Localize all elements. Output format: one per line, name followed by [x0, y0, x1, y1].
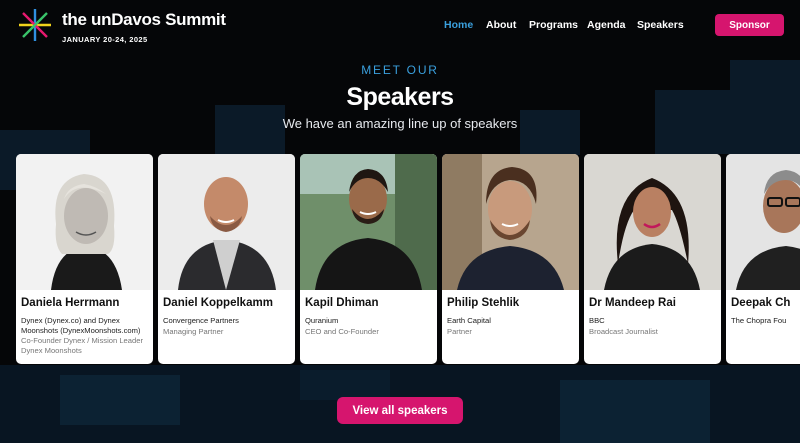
section-eyebrow: MEET OUR [361, 63, 439, 77]
speaker-role: Managing Partner [163, 327, 224, 336]
view-all-speakers-button[interactable]: View all speakers [337, 397, 463, 424]
speaker-card[interactable]: Daniel Koppelkamm Convergence Partners M… [158, 154, 295, 364]
speaker-photo [584, 154, 721, 290]
brand[interactable]: the unDavos Summit JANUARY 20-24, 2025 [62, 10, 226, 44]
speaker-organization: BBC [589, 316, 605, 325]
speaker-organization: Earth Capital [447, 316, 491, 325]
speaker-card[interactable]: Deepak Ch The Chopra Fou [726, 154, 800, 364]
sponsor-button[interactable]: Sponsor [715, 14, 784, 36]
speaker-role: CEO and Co-Founder [305, 327, 379, 336]
nav-agenda[interactable]: Agenda [587, 19, 626, 31]
speaker-photo [16, 154, 153, 290]
speaker-name: Kapil Dhiman [305, 297, 379, 309]
speaker-role: Partner [447, 327, 472, 336]
speaker-organization: Dynex (Dynex.co) and Dynex Moonshots (Dy… [21, 316, 141, 335]
speaker-photo [158, 154, 295, 290]
speakers-section-header: MEET OUR Speakers We have an amazing lin… [0, 63, 800, 131]
speaker-name: Dr Mandeep Rai [589, 297, 676, 309]
speaker-name: Daniel Koppelkamm [163, 297, 273, 309]
nav-about[interactable]: About [486, 19, 516, 31]
speaker-photo [442, 154, 579, 290]
speaker-role: Co-Founder Dynex / Mission Leader Dynex … [21, 336, 143, 355]
speaker-photo [726, 154, 800, 290]
speaker-organization: Quranium [305, 316, 339, 325]
speaker-organization: Convergence Partners [163, 316, 239, 325]
brand-title: the unDavos Summit [62, 10, 226, 29]
speaker-name: Philip Stehlik [447, 297, 520, 309]
section-subtitle: We have an amazing line up of speakers [282, 116, 518, 131]
nav-home[interactable]: Home [444, 19, 473, 31]
speaker-name: Deepak Ch [731, 297, 791, 309]
event-date: JANUARY 20-24, 2025 [62, 35, 148, 44]
nav-programs[interactable]: Programs [529, 19, 578, 31]
speaker-carousel[interactable]: Daniela Herrmann Dynex (Dynex.co) and Dy… [16, 154, 800, 365]
site-header: the unDavos Summit JANUARY 20-24, 2025 H… [0, 0, 800, 50]
section-title: Speakers [346, 83, 454, 111]
starburst-logo-icon[interactable] [17, 7, 53, 43]
speaker-organization: The Chopra Fou [731, 316, 787, 325]
speaker-card[interactable]: Philip Stehlik Earth Capital Partner [442, 154, 579, 364]
speaker-card[interactable]: Kapil Dhiman Quranium CEO and Co-Founder [300, 154, 437, 364]
speaker-name: Daniela Herrmann [21, 297, 120, 309]
speaker-role: Broadcast Journalist [589, 327, 658, 336]
speaker-card[interactable]: Daniela Herrmann Dynex (Dynex.co) and Dy… [16, 154, 153, 364]
speaker-photo [300, 154, 437, 290]
speaker-card[interactable]: Dr Mandeep Rai BBC Broadcast Journalist [584, 154, 721, 364]
nav-speakers[interactable]: Speakers [637, 19, 684, 31]
